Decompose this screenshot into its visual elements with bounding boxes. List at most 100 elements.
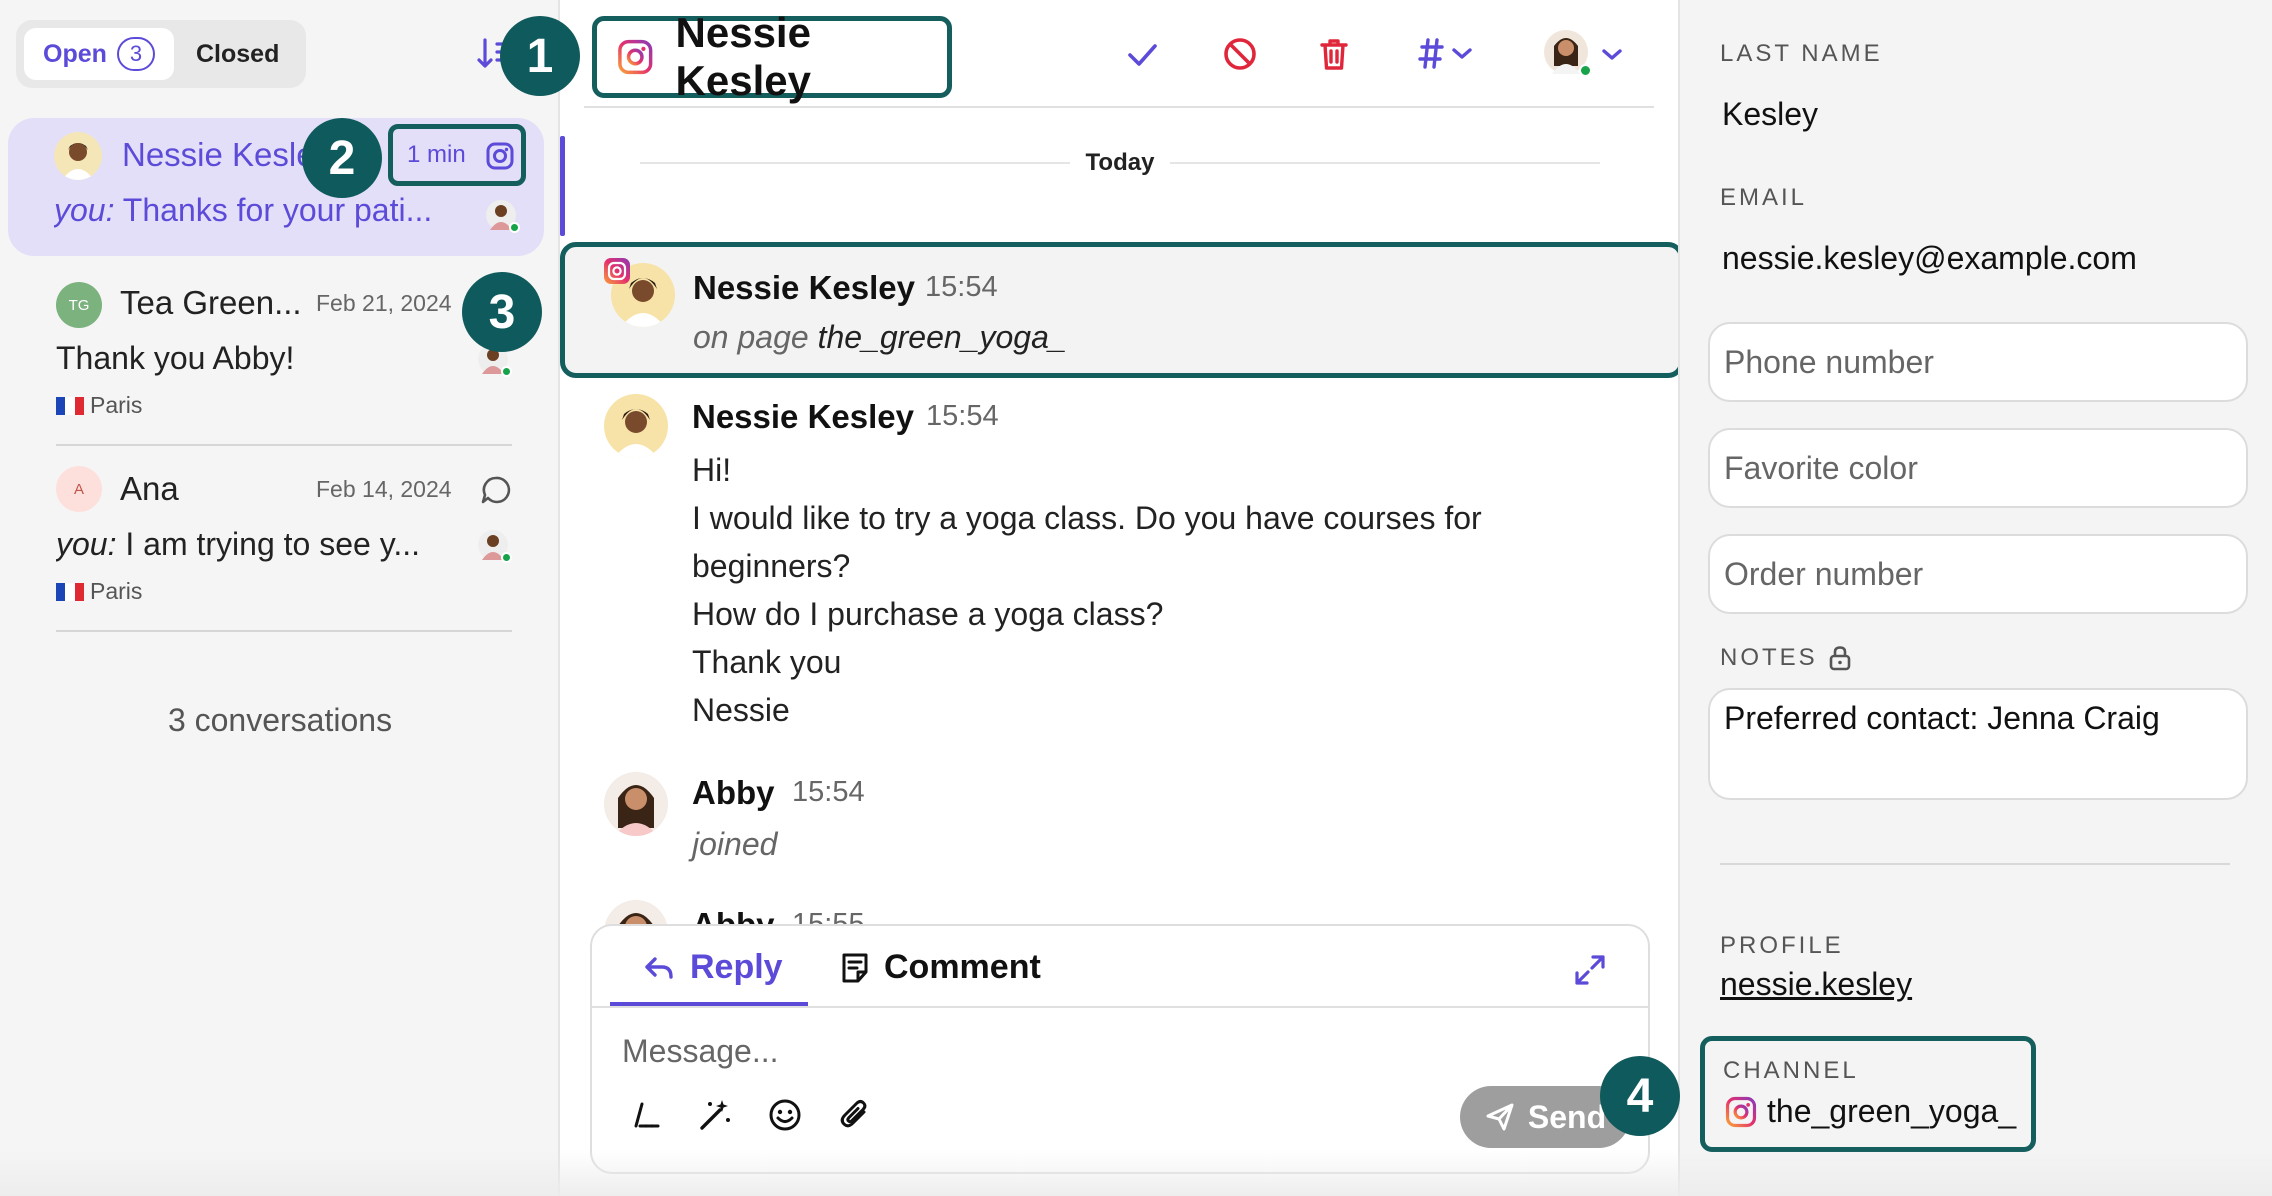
assignee-avatar — [478, 530, 512, 563]
phone-number-field[interactable] — [1708, 322, 2248, 402]
step-marker-4: 4 — [1600, 1056, 1680, 1136]
block-icon[interactable] — [1220, 34, 1260, 74]
tab-comment-label: Comment — [884, 948, 1041, 986]
message-line: Thank you — [692, 644, 842, 680]
chevron-down-icon[interactable] — [1600, 34, 1624, 74]
shortcut-icon[interactable] — [626, 1096, 664, 1134]
message-time: 15:54 — [792, 776, 865, 808]
location-text: Paris — [90, 392, 143, 418]
page-title: Nessie Kesley — [675, 9, 811, 104]
trash-icon[interactable] — [1314, 34, 1354, 74]
sender-name: Abby — [692, 774, 775, 811]
tab-open[interactable]: Open 3 — [24, 28, 174, 80]
assignee-avatar — [486, 200, 520, 233]
contact-location: Paris — [56, 578, 142, 605]
tab-comment[interactable]: Comment — [840, 948, 1041, 987]
message-composer: Reply Comment Send — [590, 924, 1650, 1174]
attachment-icon[interactable] — [836, 1096, 874, 1134]
callout-box-2: 1 min — [388, 124, 526, 186]
instagram-icon — [604, 258, 630, 284]
conversation-item-ana[interactable]: A Ana Feb 14, 2024 you: I am trying to s… — [8, 448, 544, 628]
sender-name: Nessie Kesley — [692, 398, 914, 435]
last-name-value[interactable]: Kesley — [1722, 96, 1818, 133]
page-event: Nessie Kesley 15:54 on page the_green_yo… — [560, 242, 1684, 378]
favorite-color-field[interactable] — [1708, 428, 2248, 508]
check-icon[interactable] — [1122, 34, 1162, 74]
order-number-field[interactable] — [1708, 534, 2248, 614]
contact-name: Nessie Kesle — [122, 136, 312, 173]
step-marker-3: 3 — [462, 272, 542, 352]
conversation-date: Feb 21, 2024 — [316, 290, 452, 316]
conversation-time: 1 min — [407, 141, 466, 168]
preview-text: I am trying to see y... — [125, 526, 420, 562]
france-flag-icon — [56, 396, 84, 415]
email-label: EMAIL — [1720, 184, 1808, 211]
notes-field[interactable]: Preferred contact: Jenna Craig — [1708, 688, 2248, 800]
expand-icon[interactable] — [1572, 952, 1608, 988]
event-text: joined — [692, 826, 778, 862]
composer-divider — [592, 1006, 1648, 1008]
conversation-item-tea-green[interactable]: TG Tea Green... Feb 21, 2024 Thank you A… — [8, 262, 544, 442]
step-marker-2: 2 — [302, 118, 382, 198]
channel-name: the_green_yoga_ — [1767, 1093, 2017, 1129]
details-divider — [1720, 863, 2230, 865]
magic-wand-icon[interactable] — [696, 1096, 734, 1134]
avatar — [54, 132, 102, 180]
tab-reply-label: Reply — [690, 948, 783, 986]
avatar — [604, 772, 668, 836]
instagram-icon — [618, 39, 653, 75]
preview-prefix: you: — [54, 192, 115, 228]
conversation-date: Feb 14, 2024 — [316, 476, 452, 502]
message-line: How do I purchase a yoga class? — [692, 596, 1164, 632]
message-time: 15:54 — [926, 400, 999, 432]
note-icon — [842, 953, 868, 982]
conversation-count: 3 conversations — [167, 702, 393, 738]
message-input[interactable] — [622, 1026, 1422, 1076]
sender-name: Nessie Kesley — [693, 269, 915, 306]
conversation-sidebar: Open 3 Closed Nessie Kesle you: Thanks f… — [0, 0, 560, 1196]
lock-icon — [1829, 646, 1850, 671]
contact-name: Tea Green... — [120, 284, 302, 321]
send-label: Send — [1527, 1098, 1607, 1135]
avatar — [604, 394, 668, 458]
profile-link[interactable]: nessie.kesley — [1720, 966, 1912, 1003]
location-text: Paris — [90, 578, 143, 604]
chat-bubble-icon — [481, 476, 511, 504]
hashtag-icon[interactable] — [1412, 34, 1482, 74]
message-preview: Thank you Abby! — [56, 340, 295, 376]
message-preview: you: Thanks for your pati... — [54, 192, 464, 229]
notes-label-row: NOTES — [1720, 644, 1852, 672]
reply-arrow-icon — [645, 956, 673, 979]
tab-closed[interactable]: Closed — [196, 28, 306, 80]
message-line: I would like to try a yoga class. Do you… — [692, 500, 1482, 536]
message-line: Hi! — [692, 452, 732, 488]
online-indicator — [1579, 64, 1592, 77]
message-line: Nessie — [692, 692, 790, 728]
paper-plane-icon — [1486, 1103, 1514, 1131]
preview-prefix: you: — [56, 526, 117, 562]
tab-reply[interactable]: Reply — [642, 948, 783, 987]
event-page: the_green_yoga_ — [817, 319, 1067, 355]
emoji-icon[interactable] — [766, 1096, 804, 1134]
online-indicator — [501, 552, 512, 563]
contact-location: Paris — [56, 392, 142, 419]
avatar-initials: TG — [56, 282, 102, 328]
step-marker-1: 1 — [500, 16, 580, 96]
last-name-label: LAST NAME — [1720, 40, 1883, 67]
instagram-icon — [1725, 1096, 1757, 1127]
assignee-menu-avatar[interactable] — [1544, 30, 1592, 77]
channel-value: the_green_yoga_ — [1725, 1093, 2016, 1130]
avatar-initials: A — [56, 466, 102, 512]
notes-label: NOTES — [1720, 644, 1818, 671]
preview-text: Thanks for your pati... — [122, 192, 433, 228]
header-divider — [584, 106, 1654, 108]
open-count-badge: 3 — [116, 37, 155, 71]
active-indicator — [560, 136, 565, 236]
email-value[interactable]: nessie.kesley@example.com — [1722, 240, 2137, 277]
message-line: beginners? — [692, 548, 851, 584]
list-divider — [56, 444, 512, 446]
tab-open-label: Open — [43, 39, 107, 68]
france-flag-icon — [56, 582, 84, 601]
date-divider: Today — [640, 148, 1600, 178]
list-divider — [56, 630, 512, 632]
